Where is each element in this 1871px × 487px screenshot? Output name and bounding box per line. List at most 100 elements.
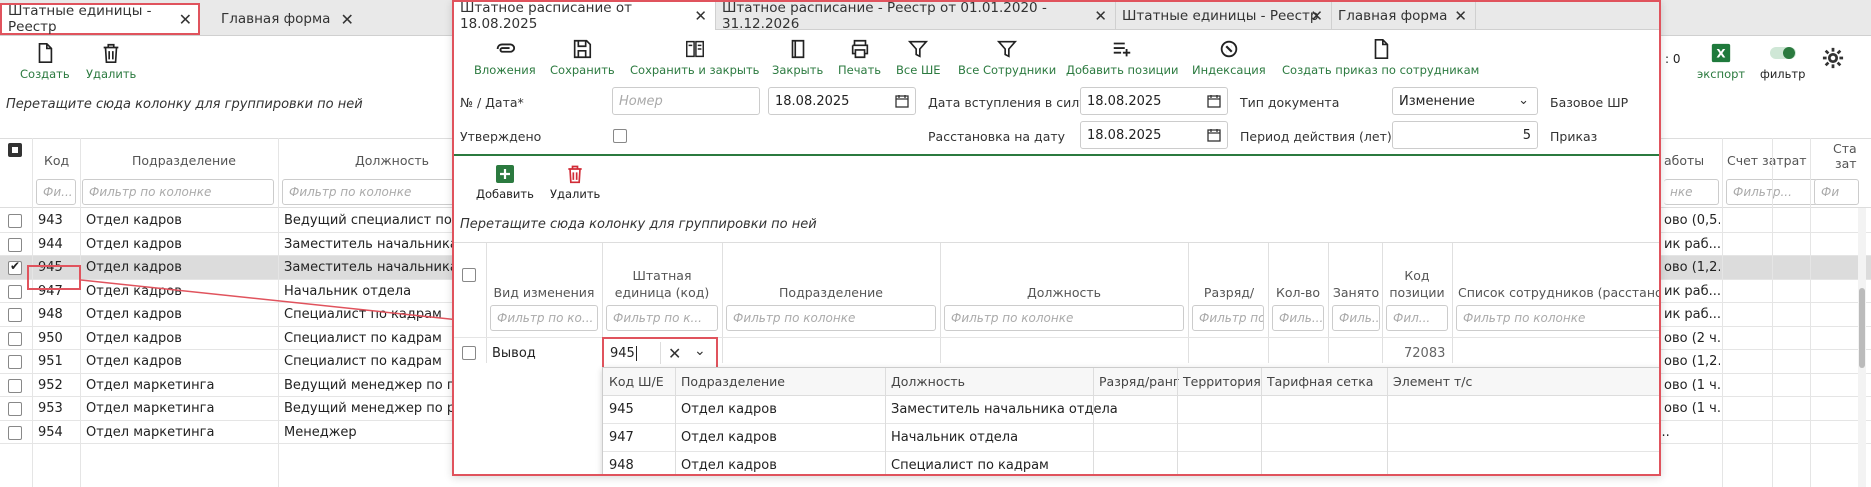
- all-employees-button[interactable]: Все Сотрудники: [958, 38, 1056, 77]
- document-icon: [1374, 39, 1388, 59]
- row-checkbox[interactable]: [462, 346, 476, 360]
- row-checkbox[interactable]: [8, 425, 22, 440]
- tab-staff-units[interactable]: Штатные единицы - Реестр ✕: [1116, 2, 1332, 30]
- dept-cell: Отдел маркетинга: [86, 424, 215, 440]
- filter-dept[interactable]: Фильтр по колонке: [726, 305, 936, 331]
- option-position: Начальник отдела: [891, 430, 1019, 445]
- add-row-button[interactable]: Добавить: [476, 164, 534, 201]
- bg-scrollbar[interactable]: [1858, 208, 1866, 487]
- tab-main-form[interactable]: Главная форма ✕: [1332, 2, 1476, 30]
- attachments-button[interactable]: Вложения: [474, 38, 536, 77]
- close-icon[interactable]: ✕: [1454, 7, 1467, 25]
- effective-date-input[interactable]: 18.08.2025: [1080, 87, 1228, 115]
- gear-icon[interactable]: [1822, 47, 1844, 69]
- position-cell: Начальник отдела: [284, 283, 412, 299]
- row-checkbox[interactable]: [8, 331, 22, 346]
- row-checkbox[interactable]: [8, 378, 22, 393]
- tab-schedule-registry[interactable]: Штатное расписание - Реестр от 01.01.202…: [716, 2, 1116, 32]
- col-pos-code[interactable]: Код позиции: [1384, 267, 1450, 301]
- row-checkbox[interactable]: [8, 214, 22, 228]
- calendar-icon[interactable]: [895, 94, 909, 108]
- filter-position[interactable]: Фильтр по колонке: [944, 305, 1184, 331]
- col-position[interactable]: Должность: [355, 153, 429, 168]
- create-button[interactable]: Создать: [20, 42, 70, 81]
- period-input[interactable]: 5: [1392, 121, 1538, 149]
- bg-tab-main-form[interactable]: Главная форма ✕: [215, 3, 360, 35]
- add-positions-button[interactable]: Добавить позиции: [1066, 38, 1178, 77]
- book-save-icon: [685, 40, 704, 58]
- close-icon[interactable]: ✕: [694, 7, 707, 25]
- doc-type-select[interactable]: Изменение ⌄: [1392, 87, 1538, 115]
- close-icon[interactable]: ✕: [1310, 7, 1323, 25]
- select-all-checkbox[interactable]: [8, 143, 22, 157]
- delete-button[interactable]: Удалить: [86, 42, 136, 81]
- calendar-icon[interactable]: [1207, 128, 1221, 142]
- col-staff[interactable]: Список сотрудников (расстановк: [1458, 284, 1659, 301]
- filter-busy[interactable]: Филь...: [1332, 305, 1380, 331]
- filter-work[interactable]: нке: [1664, 179, 1719, 205]
- col-change-type[interactable]: Вид изменения: [490, 284, 598, 301]
- dropdown-option[interactable]: 945 Отдел кадров Заместитель начальника от…: [603, 396, 1659, 424]
- close-icon[interactable]: ✕: [1094, 7, 1107, 25]
- indexation-button[interactable]: Индексация: [1192, 38, 1266, 77]
- close-icon[interactable]: ✕: [340, 10, 353, 29]
- dd-col-territory: Территория: [1183, 374, 1261, 389]
- filter-st[interactable]: Фи: [1814, 179, 1859, 205]
- col-cost[interactable]: Счет затрат: [1727, 153, 1807, 168]
- col-dept[interactable]: Подразделение: [132, 153, 236, 168]
- save-close-button[interactable]: Сохранить и закрыть: [630, 38, 759, 77]
- filter-toggle[interactable]: фильтр: [1760, 42, 1805, 81]
- form-row-2: Утверждено Расстановка на дату 18.08.202…: [454, 121, 1659, 151]
- work-cell: ово (1,2...: [1664, 260, 1720, 275]
- combobox-value: 945: [610, 346, 635, 361]
- filter-position[interactable]: Фильтр по колонке: [282, 179, 462, 205]
- bg-tab-staff-units[interactable]: Штатные единицы - Реестр ✕: [0, 3, 200, 35]
- print-button[interactable]: Печать: [838, 38, 881, 77]
- col-busy[interactable]: Занято: [1330, 284, 1382, 301]
- export-button[interactable]: X экспорт: [1697, 42, 1745, 81]
- dept-cell: Отдел кадров: [86, 236, 182, 252]
- create-order-button[interactable]: Создать приказ по сотрудникам: [1282, 38, 1479, 77]
- work-cell: ик раб...: [1664, 283, 1720, 299]
- select-all-checkbox[interactable]: [462, 268, 476, 282]
- filter-unit-code[interactable]: Фильтр по к...: [606, 305, 718, 331]
- position-cell: Специалист по кадрам: [284, 330, 442, 346]
- filter-qty[interactable]: Филь...: [1272, 305, 1324, 331]
- col-qty[interactable]: Кол-во: [1270, 284, 1326, 301]
- col-dept[interactable]: Подразделение: [726, 284, 936, 301]
- row-checkbox[interactable]: [8, 259, 22, 275]
- save-button[interactable]: Сохранить: [550, 38, 615, 77]
- col-position[interactable]: Должность: [944, 284, 1184, 301]
- unit-code-combobox[interactable]: 945 ✕ ⌄: [602, 337, 718, 369]
- close-button[interactable]: Закрыть: [772, 38, 823, 77]
- row-checkbox[interactable]: [8, 308, 22, 322]
- chevron-down-icon[interactable]: ⌄: [694, 343, 706, 359]
- filter-code[interactable]: Фи...: [36, 179, 76, 205]
- row-checkbox[interactable]: [8, 402, 22, 416]
- delete-row-button[interactable]: Удалить: [550, 164, 600, 201]
- dropdown-option[interactable]: 948 Отдел кадров Специалист по кадрам: [603, 452, 1659, 474]
- row-checkbox[interactable]: [8, 284, 22, 299]
- filter-pos-code[interactable]: Фил...: [1386, 305, 1448, 331]
- clear-icon[interactable]: ✕: [668, 344, 681, 363]
- all-units-button[interactable]: Все ШЕ: [896, 38, 941, 77]
- filter-rank[interactable]: Фильтр по...: [1192, 305, 1264, 331]
- dropdown-option[interactable]: 947 Отдел кадров Начальник отдела: [603, 424, 1659, 452]
- filter-change-type[interactable]: Фильтр по ко...: [490, 305, 598, 331]
- close-icon[interactable]: ✕: [179, 10, 192, 29]
- scroll-thumb[interactable]: [1859, 288, 1865, 368]
- placement-date-input[interactable]: 18.08.2025: [1080, 121, 1228, 149]
- filter-staff[interactable]: Фильтр по колонке: [1456, 305, 1659, 331]
- calendar-icon[interactable]: [1207, 94, 1221, 108]
- row-checkbox[interactable]: [8, 355, 22, 369]
- number-input[interactable]: Номер: [612, 87, 760, 115]
- row-checkbox[interactable]: [8, 237, 22, 252]
- filter-dept[interactable]: Фильтр по колонке: [82, 179, 274, 205]
- col-work[interactable]: аботы: [1664, 153, 1704, 168]
- col-code[interactable]: Код: [44, 153, 69, 168]
- tab-staff-schedule[interactable]: Штатное расписание от 18.08.2025 ✕: [454, 2, 716, 32]
- col-unit-code[interactable]: Штатная единица (код): [606, 267, 718, 301]
- date-input[interactable]: 18.08.2025: [768, 87, 916, 115]
- col-st[interactable]: Ста: [1833, 141, 1857, 156]
- approved-checkbox[interactable]: [613, 129, 627, 143]
